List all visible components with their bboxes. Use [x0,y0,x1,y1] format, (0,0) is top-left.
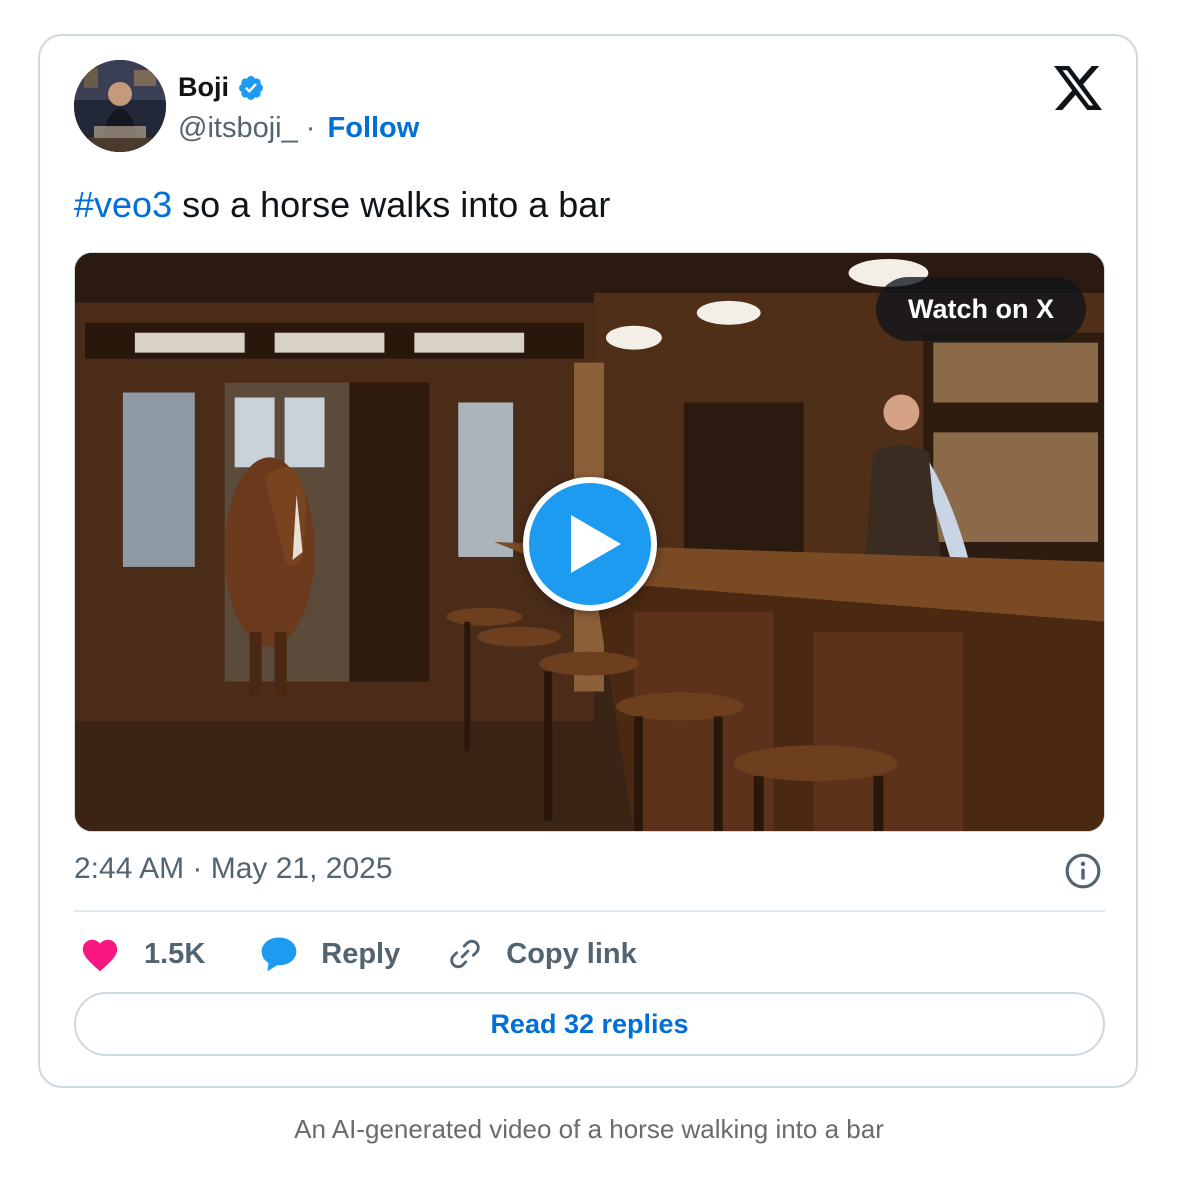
read-replies-button[interactable]: Read 32 replies [74,992,1105,1056]
tweet-timestamp[interactable]: 2:44 AM · May 21, 2025 [74,852,393,886]
play-button[interactable] [523,477,657,611]
avatar[interactable] [74,60,166,152]
verified-badge-icon [239,75,263,100]
reply-label: Reply [321,937,401,970]
reply-bubble-icon [261,937,297,972]
divider [74,910,1105,912]
like-button[interactable]: 1.5K [74,936,205,972]
link-icon [450,939,480,969]
video-player[interactable]: Watch on X [74,252,1105,832]
reply-button[interactable]: Reply [259,935,400,973]
tweet-embed-card: Boji @itsboji_ · Follow #veo3 so a horse… [38,34,1138,1088]
info-icon[interactable] [1064,852,1102,890]
tweet-text: #veo3 so a horse walks into a bar [74,184,610,226]
watch-on-x-button[interactable]: Watch on X [876,277,1086,341]
hashtag-link[interactable]: #veo3 [74,184,172,225]
copy-link-label: Copy link [506,937,637,970]
author-name[interactable]: Boji [178,72,229,103]
author-handle[interactable]: @itsboji_ [178,112,298,144]
tweet-body: so a horse walks into a bar [172,184,611,225]
heart-icon [82,939,118,972]
x-logo-icon[interactable] [1054,66,1102,110]
play-icon [571,515,621,573]
image-caption: An AI-generated video of a horse walking… [294,1114,884,1144]
follow-button[interactable]: Follow [328,112,420,144]
like-count: 1.5K [144,937,206,970]
author-handle-row: @itsboji_ · Follow [178,112,419,145]
separator: · [305,112,316,144]
action-bar: 1.5K Reply Copy link [74,932,637,976]
copy-link-button[interactable]: Copy link [446,935,637,973]
